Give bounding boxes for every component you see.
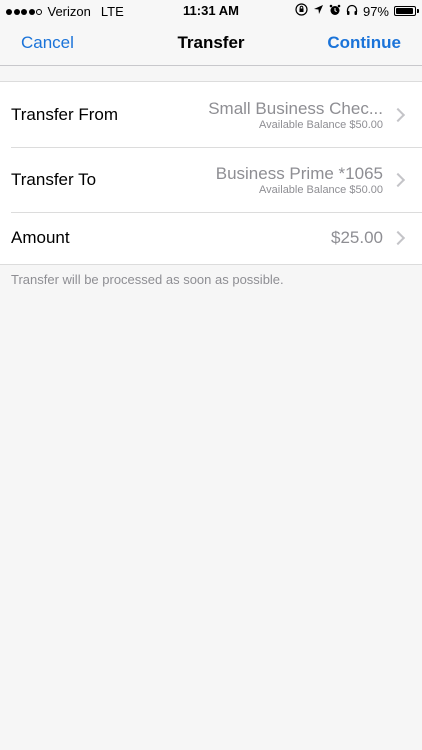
transfer-form: Transfer From Small Business Chec... Ava… — [0, 81, 422, 265]
battery-fill — [396, 8, 414, 14]
transfer-screen: Verizon LTE 11:31 AM 97% Cancel Transfer… — [0, 0, 422, 750]
location-arrow-icon — [313, 4, 324, 18]
transfer-from-account: Small Business Chec... — [208, 98, 383, 118]
chevron-right-icon — [390, 172, 406, 187]
alarm-icon — [329, 4, 341, 19]
chevron-right-icon — [390, 107, 406, 122]
status-right: 97% — [295, 3, 419, 19]
amount-label: Amount — [11, 228, 70, 247]
transfer-to-account: Business Prime *1065 — [215, 163, 383, 183]
navigation-bar: Cancel Transfer Continue — [0, 22, 422, 66]
transfer-from-row[interactable]: Transfer From Small Business Chec... Ava… — [0, 82, 422, 147]
transfer-to-value-group: Business Prime *1065 Available Balance $… — [216, 164, 383, 196]
status-bar: Verizon LTE 11:31 AM 97% — [0, 0, 422, 22]
chevron-right-icon — [390, 230, 406, 246]
amount-value-group: $25.00 — [331, 228, 383, 248]
transfer-from-label: Transfer From — [11, 104, 119, 124]
headphones-icon — [346, 4, 358, 19]
transfer-from-value-group: Small Business Chec... Available Balance… — [208, 99, 383, 131]
battery-icon — [394, 6, 419, 16]
amount-value: $25.00 — [331, 228, 383, 247]
transfer-to-row[interactable]: Transfer To Business Prime *1065 Availab… — [0, 147, 422, 212]
amount-row[interactable]: Amount $25.00 — [0, 212, 422, 264]
transfer-to-label: Transfer To — [11, 169, 97, 189]
transfer-to-balance: Available Balance $50.00 — [259, 183, 383, 196]
orientation-lock-icon — [295, 3, 308, 19]
continue-button[interactable]: Continue — [327, 33, 401, 53]
transfer-from-balance: Available Balance $50.00 — [259, 118, 383, 131]
battery-percent: 97% — [362, 3, 389, 19]
transfer-footnote: Transfer will be processed as soon as po… — [11, 272, 284, 287]
